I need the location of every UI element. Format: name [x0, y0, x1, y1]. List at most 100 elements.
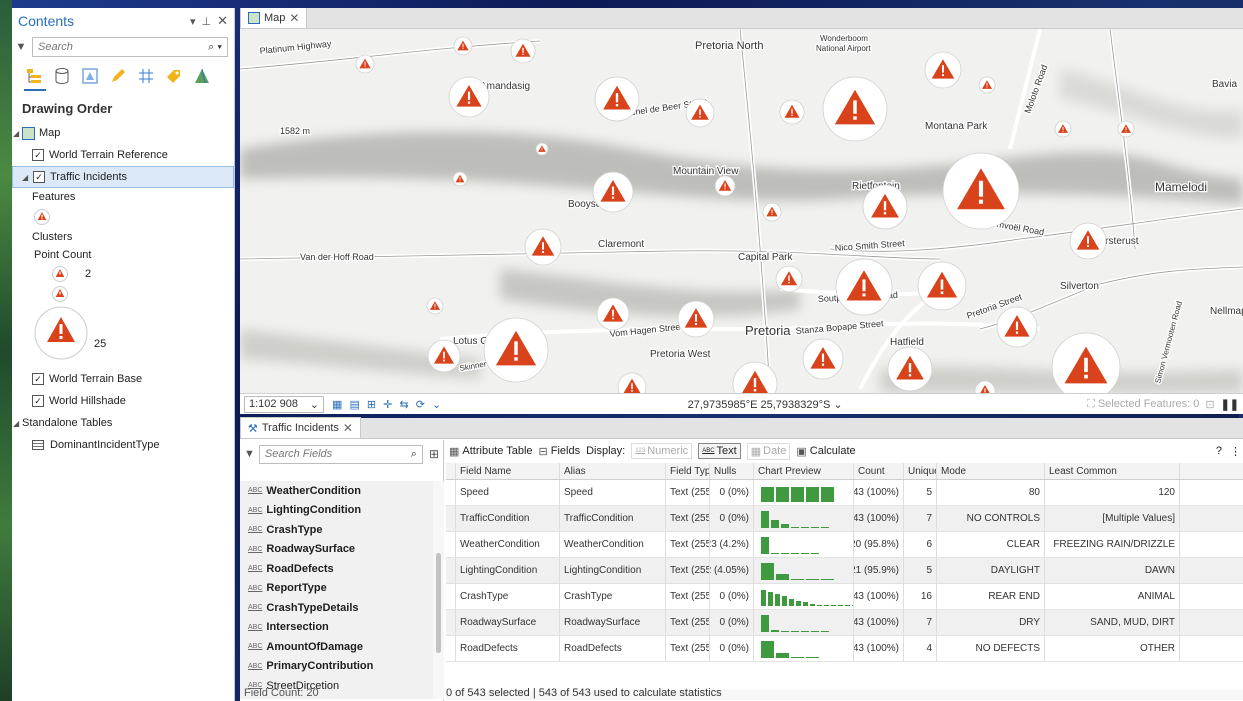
table-row[interactable]: TrafficCondition TrafficCondition Text (25… — [446, 506, 1243, 532]
tree-item-traffic-incidents[interactable]: ◢ ✓ Traffic Incidents — [12, 166, 234, 188]
column-header[interactable]: Unique — [904, 463, 937, 479]
field-list-item[interactable]: ABC CrashTypeDetails — [240, 598, 433, 618]
selected-features[interactable]: ⛶ Selected Features: 0 — [1087, 398, 1199, 411]
tree-item-world-terrain-base[interactable]: ✓ World Terrain Base — [12, 368, 234, 390]
more-icon[interactable]: ⋮ — [1230, 445, 1241, 458]
tree-item-map[interactable]: ◢ Map — [12, 122, 234, 144]
coordinates-readout[interactable]: 27,9735985°E 25,7938329°S ⌄ — [443, 398, 1087, 411]
incident-cluster-icon[interactable] — [452, 171, 468, 187]
tree-item-world-terrain-reference[interactable]: ✓ World Terrain Reference — [12, 144, 234, 166]
incident-cluster-icon[interactable] — [924, 51, 962, 89]
incident-cluster-icon[interactable] — [779, 99, 805, 125]
field-list-item[interactable]: ABC AmountOfDamage — [240, 637, 433, 657]
incident-cluster-icon[interactable] — [355, 54, 375, 74]
column-header[interactable]: Field Name — [456, 463, 560, 479]
editing-icon[interactable] — [108, 66, 127, 85]
visibility-checkbox[interactable]: ✓ — [32, 373, 44, 385]
column-header[interactable]: Count — [854, 463, 904, 479]
search-icon[interactable]: ⌕ ▾ — [208, 41, 222, 54]
field-list-item[interactable]: ABC Intersection — [240, 618, 433, 638]
incident-cluster-icon[interactable] — [1117, 120, 1135, 138]
incident-cluster-icon[interactable] — [448, 76, 490, 118]
table-row[interactable]: WeatherCondition WeatherCondition Text (25… — [446, 532, 1243, 558]
column-header[interactable]: Chart Preview — [754, 463, 854, 479]
numeric-toggle[interactable]: 123 Numeric — [631, 443, 693, 459]
incident-cluster-icon[interactable] — [775, 265, 803, 293]
incident-cluster-icon[interactable] — [685, 98, 715, 128]
incident-cluster-icon[interactable] — [535, 142, 549, 156]
tab-traffic-incidents[interactable]: ⚒ Traffic Incidents ✕ — [240, 417, 361, 438]
tree-item-world-hillshade[interactable]: ✓ World Hillshade — [12, 390, 234, 412]
field-list-item[interactable]: ABC LightingCondition — [240, 501, 433, 521]
column-header[interactable]: Mode — [937, 463, 1045, 479]
tree-item-dominant-incident-type[interactable]: DominantIncidentType — [12, 434, 234, 456]
scale-dropdown[interactable]: 1:102 908 ⌄ — [244, 395, 324, 413]
incident-cluster-icon[interactable] — [453, 36, 473, 56]
close-icon[interactable]: ✕ — [217, 13, 228, 29]
snapping-icon[interactable] — [136, 66, 155, 85]
pin-icon[interactable]: ⊥ — [202, 15, 212, 28]
incident-cluster-icon[interactable] — [596, 297, 630, 331]
incident-cluster-icon[interactable] — [483, 317, 549, 383]
incident-cluster-icon[interactable] — [942, 152, 1020, 230]
column-header[interactable]: Least Common — [1045, 463, 1180, 479]
text-toggle[interactable]: ABC Text — [698, 443, 741, 459]
fields-search-input[interactable]: Search Fields ⌕ — [258, 444, 423, 464]
close-icon[interactable]: ✕ — [343, 421, 353, 435]
filter-icon[interactable]: ▼ — [244, 448, 255, 460]
incident-cluster-icon[interactable] — [802, 338, 844, 380]
incident-cluster-icon[interactable] — [1069, 222, 1107, 260]
field-list-item[interactable]: ABC PrimaryContribution — [240, 657, 433, 677]
incident-cluster-icon[interactable] — [1054, 120, 1072, 138]
incident-cluster-icon[interactable] — [835, 258, 893, 316]
drawing-order-icon[interactable] — [24, 66, 43, 85]
incident-cluster-icon[interactable] — [592, 171, 634, 213]
incident-cluster-icon[interactable] — [427, 339, 461, 373]
date-toggle[interactable]: ▦ Date — [746, 442, 791, 460]
pane-options-icon[interactable]: ▾ — [190, 15, 196, 28]
selection-icon[interactable] — [80, 66, 99, 85]
visibility-checkbox[interactable]: ✓ — [32, 395, 44, 407]
fields-scrollbar[interactable] — [433, 481, 444, 699]
data-source-icon[interactable] — [52, 66, 71, 85]
table-row[interactable]: SpeedSpeedText (255)0 (0%)543 (100%)5801… — [446, 480, 1243, 506]
calculate-button[interactable]: ▣ Calculate — [796, 445, 855, 458]
map-svg[interactable]: Platinum Highway Pretoria NorthWonderboom… — [240, 29, 1243, 393]
field-list-item[interactable]: ABC WeatherCondition — [240, 481, 433, 501]
incident-cluster-icon[interactable] — [996, 306, 1038, 348]
incident-cluster-icon[interactable] — [978, 76, 996, 94]
tab-map[interactable]: Map ✕ — [240, 8, 308, 28]
expand-icon[interactable]: ◢ — [22, 173, 28, 182]
field-list-item[interactable]: ABC CrashType — [240, 520, 433, 540]
fields-button[interactable]: ⊟ Fields — [539, 445, 581, 458]
field-list-item[interactable]: ABC RoadwaySurface — [240, 540, 433, 560]
perspective-icon[interactable] — [192, 66, 211, 85]
close-icon[interactable]: ✕ — [289, 11, 299, 25]
grid-tools-icon[interactable]: ▦ ▤ ⊞ ✛ ⇆ ⟳ ⌄ — [332, 398, 443, 411]
map-canvas[interactable]: Platinum Highway Pretoria North Wonderboom… — [240, 29, 1243, 393]
column-header[interactable]: Alias — [560, 463, 666, 479]
table-row[interactable]: CrashTypeCrashTypeText (255)0 (0%)543 (1… — [446, 584, 1243, 610]
column-header[interactable]: Nulls — [710, 463, 754, 479]
table-row[interactable]: RoadDefectsRoadDefectsText (255)0 (0%)54… — [446, 636, 1243, 662]
tree-item-standalone-tables[interactable]: ◢ Standalone Tables — [12, 412, 234, 434]
attribute-table-button[interactable]: ▦ Attribute Table — [449, 445, 533, 458]
filter-icon[interactable]: ▼ — [14, 41, 28, 53]
incident-cluster-icon[interactable] — [510, 38, 536, 64]
expand-icon[interactable]: ◢ — [13, 419, 19, 428]
incident-cluster-icon[interactable] — [887, 346, 933, 392]
incident-cluster-icon[interactable] — [426, 297, 444, 315]
expand-icon[interactable]: ◢ — [13, 129, 19, 138]
incident-cluster-icon[interactable] — [594, 76, 640, 122]
incident-cluster-icon[interactable] — [677, 300, 715, 338]
labeling-icon[interactable] — [164, 66, 183, 85]
help-icon[interactable]: ? — [1216, 445, 1222, 457]
incident-cluster-icon[interactable] — [524, 228, 562, 266]
incident-cluster-icon[interactable] — [917, 261, 967, 311]
column-header[interactable]: Field Type — [666, 463, 710, 479]
refresh-icon[interactable]: ⊡ — [1205, 398, 1214, 411]
add-field-icon[interactable]: ⊞ — [429, 447, 439, 461]
pause-icon[interactable]: ❚❚ — [1221, 398, 1239, 411]
field-list-item[interactable]: ABC ReportType — [240, 579, 433, 599]
incident-cluster-icon[interactable] — [862, 184, 908, 230]
